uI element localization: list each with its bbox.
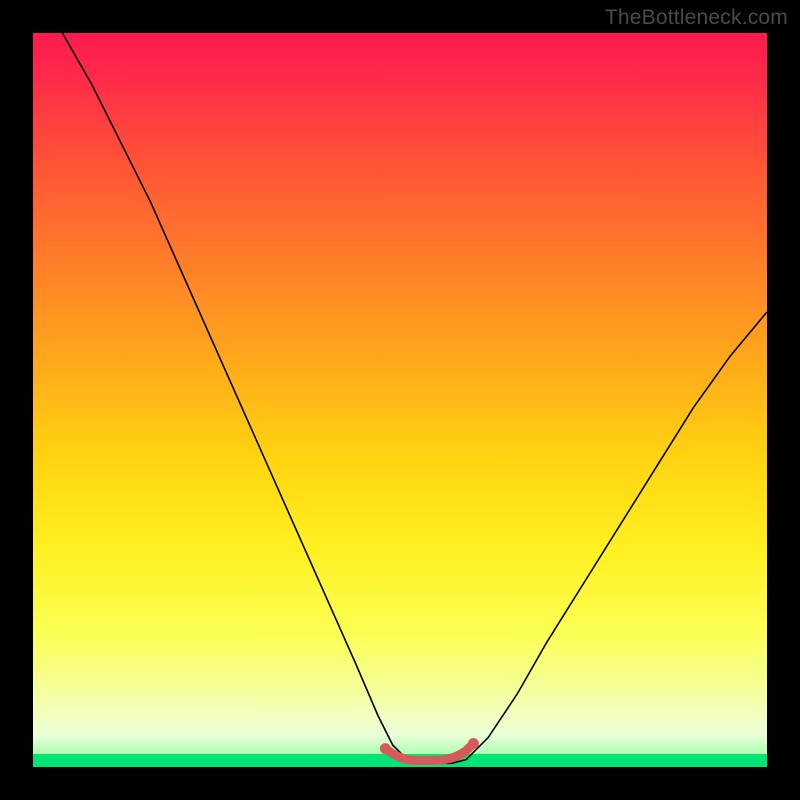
bottleneck-curve — [62, 33, 767, 763]
bottom-marker-dot-left — [380, 743, 391, 754]
bottom-marker-line — [385, 744, 473, 761]
watermark-text: TheBottleneck.com — [605, 6, 788, 30]
bottom-marker-dot-right — [468, 738, 479, 749]
plot-area — [33, 33, 767, 767]
curve-layer — [33, 33, 767, 767]
